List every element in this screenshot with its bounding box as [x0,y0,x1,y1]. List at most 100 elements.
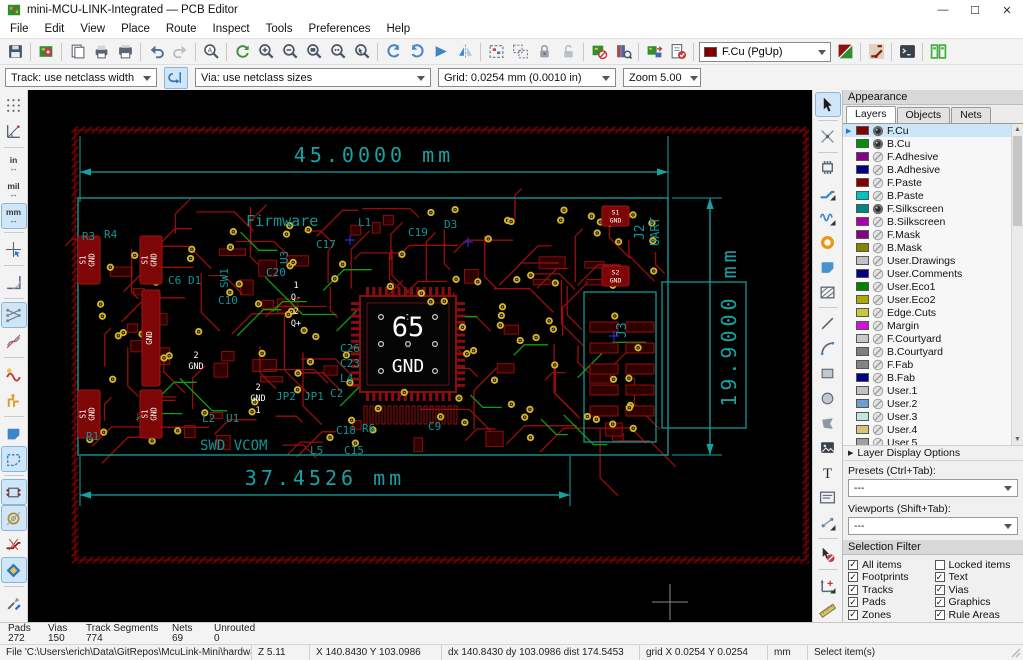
show-ratsnest-button[interactable] [0,302,27,328]
layer-color-swatch[interactable] [856,438,869,445]
scroll-down-icon[interactable]: ▼ [1012,434,1023,445]
zone-fill-button[interactable] [2,421,26,445]
plot-button[interactable] [113,40,137,63]
visibility-off-icon[interactable] [872,281,884,293]
presets-select[interactable]: --- [848,479,1018,497]
layer-color-swatch[interactable] [856,269,869,278]
layer-color-swatch[interactable] [856,230,869,239]
layer-row-user.1[interactable]: User.1 [843,384,1023,397]
layer-row-b.paste[interactable]: B.Paste [843,189,1023,202]
zone-outline-button[interactable] [0,446,27,472]
layer-color-swatch[interactable] [856,256,869,265]
layer-row-user.3[interactable]: User.3 [843,410,1023,423]
units-mils-button[interactable]: mil ↔ [2,178,26,202]
visibility-off-icon[interactable] [872,398,884,410]
visibility-off-icon[interactable] [872,190,884,202]
angle-45-button[interactable] [2,270,26,294]
checkbox[interactable]: ✓ [848,559,858,570]
layer-color-swatch[interactable] [856,321,869,330]
filter-vias[interactable]: ✓ Vias [934,584,1022,596]
layer-row-b.mask[interactable]: B.Mask [843,241,1023,254]
lock-button[interactable] [532,40,556,63]
checkbox[interactable]: ✓ [934,572,945,583]
via-size-select[interactable]: Via: use netclass sizes [195,68,431,87]
checkbox[interactable]: ✓ [848,609,858,620]
route-tracks-button[interactable] [816,181,840,204]
visibility-off-icon[interactable] [872,177,884,189]
unlock-button[interactable] [556,40,580,63]
layer-color-swatch[interactable] [856,360,869,369]
visibility-off-icon[interactable] [872,151,884,163]
visibility-off-icon[interactable] [872,320,884,332]
menu-inspect[interactable]: Inspect [205,22,258,36]
visibility-off-icon[interactable] [872,372,884,384]
layer-row-f.paste[interactable]: F.Paste [843,176,1023,189]
close-button[interactable]: ✕ [991,0,1023,20]
auto-track-width-toggle[interactable] [164,66,188,89]
checkbox[interactable]: ✓ [934,609,945,620]
layer-row-margin[interactable]: Margin [843,319,1023,332]
layer-color-swatch[interactable] [856,217,869,226]
zoom-fit-button[interactable] [302,40,326,63]
draw-line-button[interactable] [816,312,840,335]
layer-row-b.silkscreen[interactable]: B.Silkscreen [843,215,1023,228]
draw-rectangle-button[interactable] [816,362,840,385]
visibility-off-icon[interactable] [872,216,884,228]
zoom-select[interactable]: Zoom 5.00 [623,68,701,87]
visibility-on-icon[interactable] [872,138,884,150]
visibility-off-icon[interactable] [872,242,884,254]
grid-origin-button[interactable] [816,574,840,597]
rule-area-button[interactable] [816,281,840,304]
filter-locked-items[interactable]: Locked items [934,559,1022,571]
board-setup-button[interactable] [34,40,58,63]
checkbox[interactable]: ✓ [848,597,858,608]
update-pcb-from-schematic-button[interactable] [642,40,666,63]
visibility-off-icon[interactable] [872,268,884,280]
layer-row-b.cu[interactable]: B.Cu [843,137,1023,150]
grid-select[interactable]: Grid: 0.0254 mm (0.0010 in) [438,68,616,87]
refresh-button[interactable] [230,40,254,63]
layer-color-swatch[interactable] [856,165,869,174]
layers-scrollbar[interactable]: ▲ ▼ [1011,124,1023,445]
grid-overrides-button[interactable] [926,40,950,63]
scrollbar-thumb[interactable] [1013,136,1022,226]
layer-color-swatch[interactable] [856,139,869,148]
layer-color-swatch[interactable] [856,178,869,187]
full-crosshair-button[interactable] [2,237,26,261]
find-button[interactable]: A [199,40,223,63]
draw-circle-button[interactable] [816,387,840,410]
layer-row-user.eco1[interactable]: User.Eco1 [843,280,1023,293]
place-text-button[interactable]: T [816,461,840,484]
layer-display-options[interactable]: ▶ Layer Display Options [843,446,1023,461]
layer-row-f.fab[interactable]: F.Fab [843,358,1023,371]
curved-ratsnest-button[interactable] [2,329,26,353]
visibility-off-icon[interactable] [872,411,884,423]
sketch-footprints-button[interactable] [0,479,27,505]
checkbox[interactable]: ✓ [934,584,945,595]
layer-row-user.2[interactable]: User.2 [843,397,1023,410]
scroll-up-icon[interactable]: ▲ [1012,124,1023,135]
tab-nets[interactable]: Nets [951,107,991,123]
layer-color-swatch[interactable] [856,126,869,135]
save-button[interactable] [3,40,27,63]
visibility-off-icon[interactable] [872,294,884,306]
visibility-off-icon[interactable] [872,346,884,358]
print-button[interactable] [89,40,113,63]
menu-view[interactable]: View [72,22,113,36]
net-colors-button[interactable] [2,388,26,412]
draw-zone-button[interactable] [816,256,840,279]
menu-preferences[interactable]: Preferences [300,22,378,36]
layer-color-swatch[interactable] [856,191,869,200]
layer-color-swatch[interactable] [856,425,869,434]
page-settings-button[interactable] [65,40,89,63]
layer-color-swatch[interactable] [856,386,869,395]
layer-color-swatch[interactable] [856,347,869,356]
filter-graphics[interactable]: ✓ Graphics [934,596,1022,608]
filter-footprints[interactable]: ✓ Footprints [848,571,935,583]
menu-file[interactable]: File [2,22,37,36]
layer-row-user.4[interactable]: User.4 [843,423,1023,436]
checkbox[interactable]: ✓ [848,584,858,595]
scripting-console-button[interactable] [895,40,919,63]
rotate-ccw-button[interactable] [381,40,405,63]
visibility-off-icon[interactable] [872,164,884,176]
